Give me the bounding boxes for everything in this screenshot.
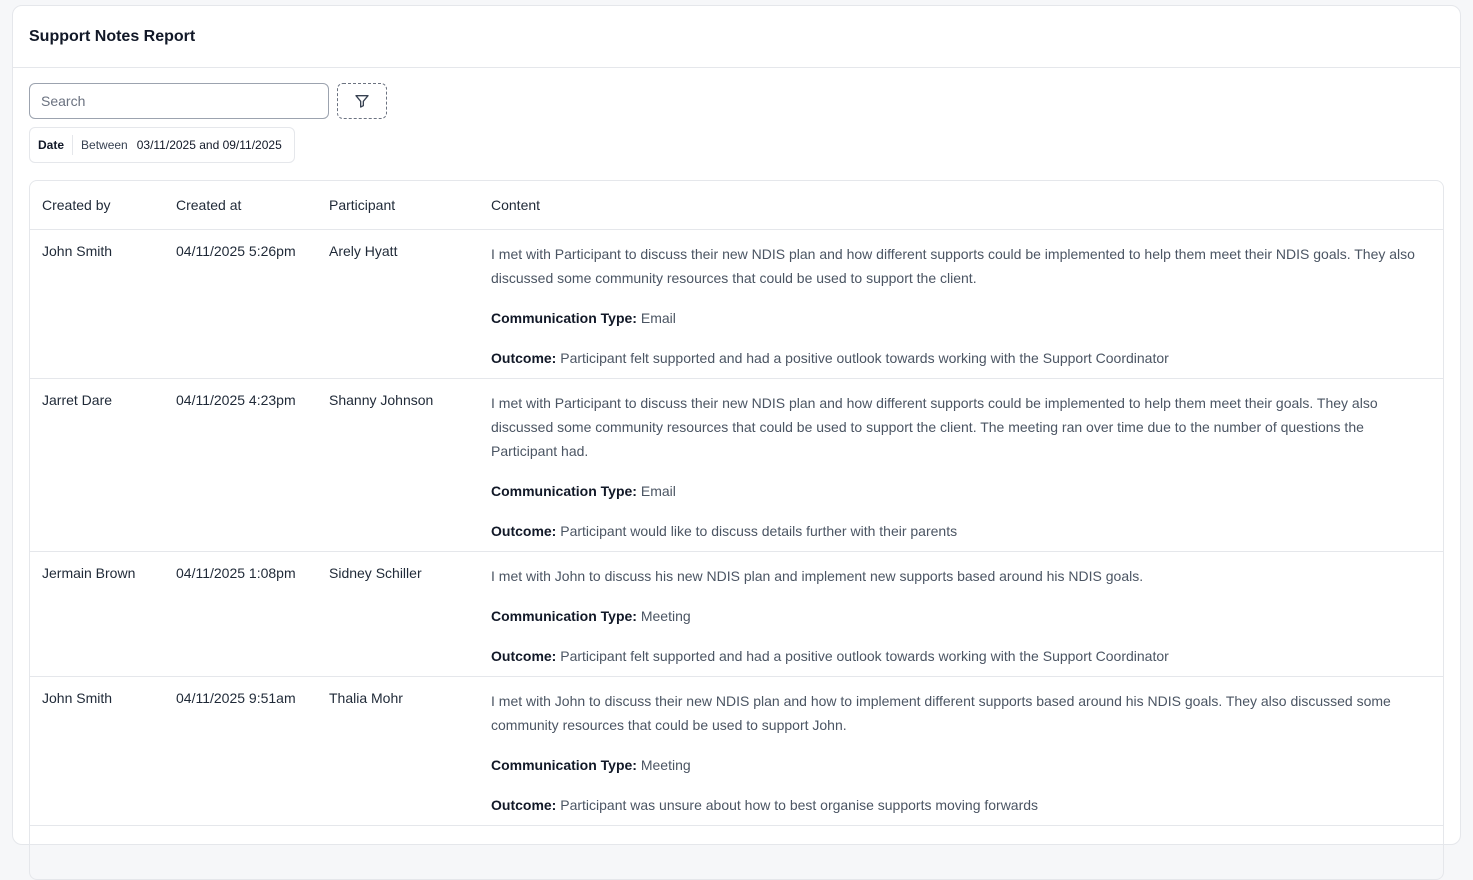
note-text: I met with John to discuss their new NDI…	[491, 692, 1391, 733]
date-filter-operator: Between	[81, 138, 128, 152]
outcome: Outcome: Participant felt supported and …	[491, 346, 1431, 370]
notes-table-container: Created by Created at Participant Conten…	[29, 180, 1444, 880]
date-filter-value: 03/11/2025 and 09/11/2025	[136, 138, 282, 152]
column-header-participant[interactable]: Participant	[317, 181, 479, 230]
outcome-value: Participant was unsure about how to best…	[560, 796, 1039, 813]
communication-type: Communication Type: Meeting	[491, 604, 1431, 628]
outcome-value: Participant felt supported and had a pos…	[560, 647, 1169, 664]
column-header-content[interactable]: Content	[479, 181, 1443, 230]
communication-type: Communication Type: Email	[491, 306, 1431, 330]
cell-content: I met with Participant to discuss their …	[479, 229, 1443, 379]
outcome-value: Participant felt supported and had a pos…	[560, 349, 1169, 366]
cell-created-by: John Smith	[30, 676, 164, 826]
communication-type: Communication Type: Email	[491, 479, 1431, 503]
cell-participant: Arely Hyatt	[317, 229, 479, 379]
cell-content: I met with Participant to discuss their …	[479, 378, 1443, 552]
note-text: I met with John to discuss his new NDIS …	[491, 567, 1144, 584]
cell-content: I met with John to discuss their new NDI…	[479, 676, 1443, 826]
communication-type-label: Communication Type:	[491, 482, 637, 499]
toolbar	[29, 83, 387, 119]
page-title: Support Notes Report	[29, 27, 196, 45]
card-header: Support Notes Report	[13, 6, 1460, 68]
table-row[interactable]: Jarret Dare 04/11/2025 4:23pm Shanny Joh…	[30, 378, 1443, 552]
search-input[interactable]	[29, 83, 329, 119]
communication-type-value: Email	[640, 482, 676, 499]
cell-created-at: 04/11/2025 9:51am	[164, 676, 317, 826]
notes-table: Created by Created at Participant Conten…	[30, 181, 1443, 826]
outcome-label: Outcome:	[491, 647, 557, 664]
report-card: Support Notes Report Date Between 03/11/…	[12, 5, 1461, 880]
outcome-label: Outcome:	[491, 522, 557, 539]
cell-created-at: 04/11/2025 5:26pm	[164, 229, 317, 379]
table-header-row: Created by Created at Participant Conten…	[30, 181, 1443, 230]
communication-type-label: Communication Type:	[491, 756, 637, 773]
note-text: I met with Participant to discuss their …	[491, 245, 1415, 286]
communication-type-value: Email	[640, 309, 676, 326]
outcome-label: Outcome:	[491, 796, 557, 813]
filter-button[interactable]	[337, 83, 387, 119]
outcome-value: Participant would like to discuss detail…	[560, 522, 958, 539]
column-header-created-by[interactable]: Created by	[30, 181, 164, 230]
outcome: Outcome: Participant was unsure about ho…	[491, 793, 1431, 817]
date-filter-key: Date	[30, 135, 74, 155]
cell-participant: Sidney Schiller	[317, 551, 479, 677]
cell-participant: Thalia Mohr	[317, 676, 479, 826]
cell-created-by: John Smith	[30, 229, 164, 379]
communication-type-value: Meeting	[640, 756, 691, 773]
column-header-created-at[interactable]: Created at	[164, 181, 317, 230]
note-text: I met with Participant to discuss their …	[491, 394, 1378, 459]
outcome: Outcome: Participant would like to discu…	[491, 519, 1431, 543]
cell-created-at: 04/11/2025 1:08pm	[164, 551, 317, 677]
communication-type-label: Communication Type:	[491, 607, 637, 624]
communication-type: Communication Type: Meeting	[491, 753, 1431, 777]
table-row[interactable]: John Smith 04/11/2025 5:26pm Arely Hyatt…	[30, 229, 1443, 379]
table-row[interactable]: John Smith 04/11/2025 9:51am Thalia Mohr…	[30, 676, 1443, 826]
outcome: Outcome: Participant felt supported and …	[491, 644, 1431, 668]
cell-participant: Shanny Johnson	[317, 378, 479, 552]
filter-icon	[355, 95, 369, 108]
date-filter-chip[interactable]: Date Between 03/11/2025 and 09/11/2025	[29, 127, 295, 163]
communication-type-value: Meeting	[640, 607, 691, 624]
table-row[interactable]: Jermain Brown 04/11/2025 1:08pm Sidney S…	[30, 551, 1443, 677]
cell-created-by: Jermain Brown	[30, 551, 164, 677]
cell-content: I met with John to discuss his new NDIS …	[479, 551, 1443, 677]
outcome-label: Outcome:	[491, 349, 557, 366]
communication-type-label: Communication Type:	[491, 309, 637, 326]
cell-created-at: 04/11/2025 4:23pm	[164, 378, 317, 552]
cell-created-by: Jarret Dare	[30, 378, 164, 552]
